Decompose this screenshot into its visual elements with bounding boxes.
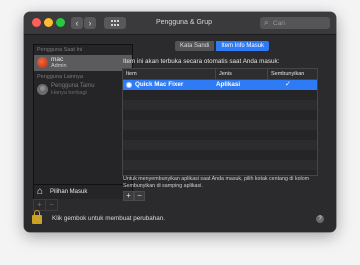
other-users-header: Pengguna Lainnya bbox=[37, 74, 83, 80]
empty-row bbox=[123, 120, 317, 130]
window-title: Pengguna & Grup bbox=[155, 19, 213, 26]
lock-text: Klik gembok untuk membuat perubahan. bbox=[52, 215, 166, 222]
login-options-label: Pilihan Masuk bbox=[50, 189, 88, 195]
hide-checkbox[interactable]: ✓ bbox=[285, 80, 291, 90]
login-items-description: Item ini akan terbuka secara otomatis sa… bbox=[123, 58, 280, 65]
table-header: Item Jenis Sembunyikan bbox=[123, 69, 317, 80]
remove-login-item-button[interactable]: − bbox=[134, 191, 145, 201]
user-row-mac[interactable]: mac Admin bbox=[34, 55, 132, 71]
user-role: Admin bbox=[51, 63, 67, 69]
table-row[interactable]: Quick Mac Fixer Aplikasi ✓ bbox=[123, 80, 317, 90]
remove-user-button[interactable]: − bbox=[45, 199, 58, 211]
tab-bar: Kata Sandi Item Info Masuk bbox=[174, 40, 271, 52]
minimize-button[interactable] bbox=[44, 18, 53, 27]
back-button[interactable]: ‹ bbox=[71, 17, 83, 29]
app-icon bbox=[126, 82, 132, 88]
users-sidebar: Pengguna Saat Ini mac Admin Pengguna Lai… bbox=[33, 44, 133, 199]
forward-button[interactable]: › bbox=[84, 17, 96, 29]
current-user-header: Pengguna Saat Ini bbox=[37, 47, 83, 53]
tab-password[interactable]: Kata Sandi bbox=[174, 40, 216, 52]
column-hide[interactable]: Sembunyikan bbox=[267, 69, 304, 79]
close-button[interactable] bbox=[32, 18, 41, 27]
user-name: mac bbox=[51, 56, 64, 63]
tab-login-items[interactable]: Item Info Masuk bbox=[215, 40, 271, 52]
zoom-button[interactable] bbox=[56, 18, 65, 27]
lock-icon[interactable] bbox=[32, 210, 42, 224]
help-button[interactable]: ? bbox=[316, 215, 324, 223]
column-type[interactable]: Jenis bbox=[215, 69, 232, 79]
guest-status: Hanya berbagi bbox=[51, 90, 87, 96]
login-items-table: Item Jenis Sembunyikan Quick Mac Fixer A… bbox=[122, 68, 318, 176]
guest-avatar bbox=[37, 84, 48, 95]
show-all-button[interactable] bbox=[104, 17, 126, 29]
login-options-button[interactable]: ⌂ Pilihan Masuk bbox=[34, 184, 132, 199]
user-row-guest[interactable]: Pengguna Tamu Hanya berbagi bbox=[34, 82, 132, 98]
guest-name: Pengguna Tamu bbox=[51, 83, 95, 89]
empty-row bbox=[123, 160, 317, 170]
chevron-left-icon: ‹ bbox=[75, 18, 79, 28]
hide-note: Untuk menyembunyikan aplikasi saat Anda … bbox=[123, 176, 310, 189]
grid-icon bbox=[111, 20, 113, 22]
preferences-window: ‹ › Pengguna & Grup ⌕ Pengguna Saat Ini … bbox=[24, 12, 336, 232]
avatar bbox=[37, 57, 48, 68]
item-name: Quick Mac Fixer bbox=[135, 81, 184, 88]
title-bar: ‹ › Pengguna & Grup ⌕ bbox=[24, 12, 336, 35]
search-input[interactable] bbox=[273, 17, 327, 29]
item-type: Aplikasi bbox=[216, 81, 241, 88]
column-item[interactable]: Item bbox=[126, 69, 137, 79]
search-field[interactable]: ⌕ bbox=[260, 17, 330, 29]
add-login-item-button[interactable]: + bbox=[123, 191, 134, 201]
empty-row bbox=[123, 140, 317, 150]
chevron-right-icon: › bbox=[88, 18, 92, 28]
empty-row bbox=[123, 100, 317, 110]
search-icon: ⌕ bbox=[264, 18, 269, 27]
footer: Klik gembok untuk membuat perubahan. ? bbox=[24, 210, 336, 232]
house-icon: ⌂ bbox=[37, 186, 44, 197]
